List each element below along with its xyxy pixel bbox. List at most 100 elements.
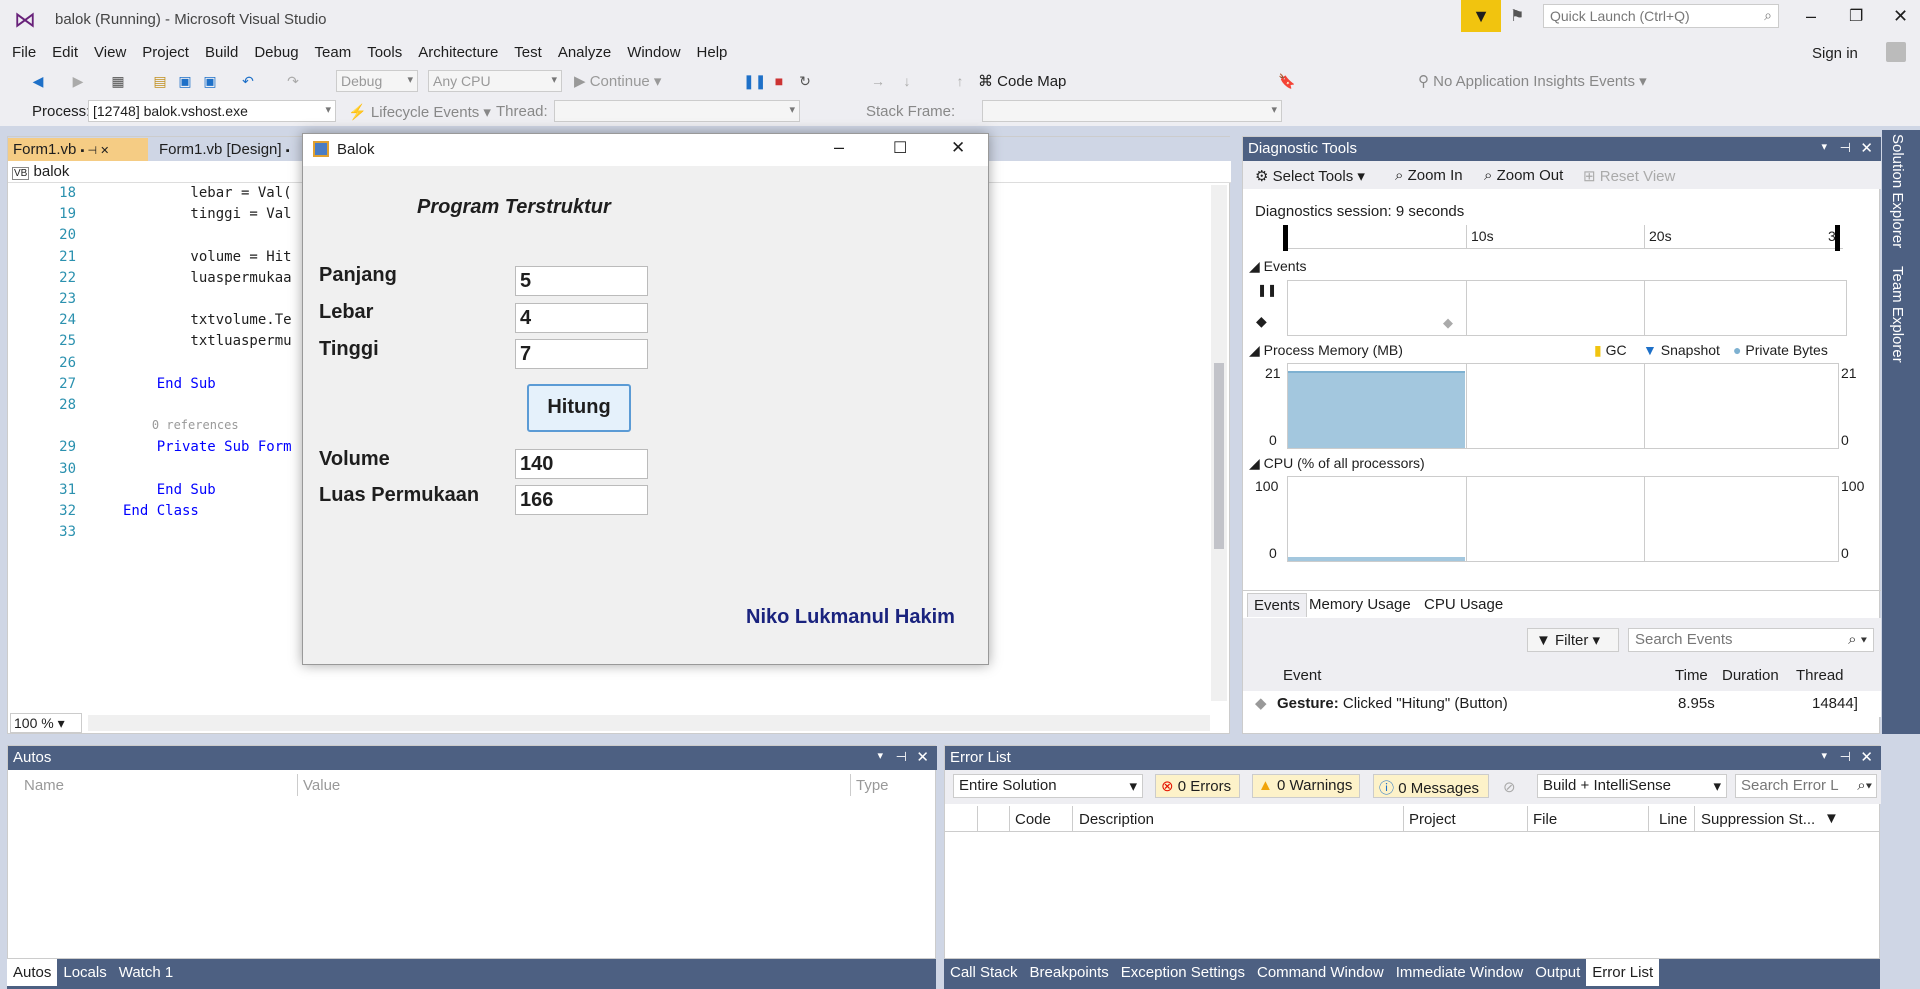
- forward-icon[interactable]: ▶: [68, 71, 88, 91]
- pin-icon[interactable]: ⊣: [896, 749, 907, 765]
- sign-in-link[interactable]: Sign in: [1812, 45, 1858, 62]
- events-track[interactable]: [1287, 280, 1847, 336]
- app-insights-button[interactable]: ⚲ No Application Insights Events ▾: [1418, 72, 1647, 90]
- class-nav-select[interactable]: VB balok: [12, 163, 69, 180]
- filter-button[interactable]: ▼ Filter ▾: [1527, 628, 1619, 652]
- code-map-button[interactable]: ⌘ Code Map: [978, 72, 1066, 90]
- error-col-suppression[interactable]: Suppression St...: [1701, 811, 1815, 828]
- events-section-label[interactable]: ◢ Events: [1249, 258, 1306, 275]
- timeline-start-marker[interactable]: [1283, 225, 1288, 251]
- tab-breakpoints[interactable]: Breakpoints: [1024, 959, 1115, 986]
- dialog-minimize-button[interactable]: –: [834, 137, 844, 158]
- account-icon[interactable]: [1886, 42, 1906, 62]
- events-col-thread[interactable]: Thread: [1796, 667, 1844, 684]
- code-line[interactable]: txtvolume.Te: [123, 312, 291, 328]
- tab-call-stack[interactable]: Call Stack: [944, 959, 1024, 986]
- tab-autos[interactable]: Autos: [7, 959, 58, 986]
- luas-permukaan-output[interactable]: 166: [515, 485, 648, 515]
- tab-output[interactable]: Output: [1529, 959, 1586, 986]
- process-select[interactable]: [12748] balok.vshost.exe: [88, 100, 336, 122]
- save-icon[interactable]: ▣: [175, 71, 195, 91]
- warnings-filter-button[interactable]: ▲ 0 Warnings: [1252, 774, 1360, 798]
- search-events-input[interactable]: Search Events ⌕ ▾: [1628, 628, 1874, 652]
- timeline-ruler[interactable]: [1283, 223, 1843, 249]
- errors-filter-button[interactable]: ⊗ 0 Errors: [1155, 774, 1240, 798]
- thread-select[interactable]: [554, 100, 800, 122]
- error-col-description[interactable]: Description: [1079, 811, 1154, 828]
- step-into-icon[interactable]: ↓: [897, 71, 917, 91]
- code-line[interactable]: volume = Hit: [123, 249, 291, 265]
- tab-form1-design[interactable]: Form1.vb [Design] ▪: [154, 138, 306, 161]
- code-line[interactable]: Private Sub Form: [123, 439, 292, 455]
- tab-events[interactable]: Events: [1247, 593, 1307, 617]
- autos-col-type[interactable]: Type: [856, 777, 889, 794]
- error-col-line[interactable]: Line: [1659, 811, 1687, 828]
- pane-close-icon[interactable]: ✕: [1860, 139, 1873, 157]
- error-col-code[interactable]: Code: [1015, 811, 1051, 828]
- bookmark-icon[interactable]: 🔖: [1277, 71, 1297, 91]
- memory-section-label[interactable]: ◢ Process Memory (MB): [1249, 342, 1403, 359]
- cpu-section-label[interactable]: ◢ CPU (% of all processors): [1249, 455, 1425, 472]
- menu-analyze[interactable]: Analyze: [550, 40, 619, 61]
- continue-button[interactable]: ▶ Continue ▾: [574, 72, 661, 90]
- scope-select[interactable]: Entire Solution ▾: [953, 774, 1143, 798]
- hitung-button[interactable]: Hitung: [527, 384, 631, 432]
- tab-form1-vb[interactable]: Form1.vb ▪ ⊣ ✕: [8, 138, 148, 161]
- select-tools-button[interactable]: ⚙ Select Tools ▾: [1255, 167, 1365, 185]
- pane-menu-icon[interactable]: ▾: [877, 749, 883, 762]
- quick-launch-input[interactable]: Quick Launch (Ctrl+Q) ⌕: [1543, 4, 1779, 28]
- event-marker-icon[interactable]: ◆: [1443, 315, 1453, 331]
- messages-filter-button[interactable]: ⓘ 0 Messages: [1373, 774, 1489, 798]
- dialog-close-button[interactable]: ✕: [951, 138, 965, 158]
- team-explorer-tab[interactable]: Team Explorer: [1889, 266, 1906, 363]
- tab-command-window[interactable]: Command Window: [1251, 959, 1390, 986]
- tab-exception-settings[interactable]: Exception Settings: [1115, 959, 1251, 986]
- step-out-icon[interactable]: ↑: [950, 71, 970, 91]
- zoom-select[interactable]: 100 % ▾: [10, 713, 82, 733]
- menu-debug[interactable]: Debug: [246, 40, 306, 61]
- notification-filter-icon[interactable]: ▼: [1461, 0, 1501, 32]
- vertical-scrollbar[interactable]: [1211, 185, 1227, 701]
- cpu-graph[interactable]: [1287, 476, 1839, 562]
- volume-output[interactable]: 140: [515, 449, 648, 479]
- code-line[interactable]: End Sub: [123, 376, 216, 392]
- tab-error-list[interactable]: Error List: [1586, 959, 1660, 986]
- new-project-icon[interactable]: ▦: [108, 71, 128, 91]
- menu-project[interactable]: Project: [134, 40, 197, 61]
- menu-build[interactable]: Build: [197, 40, 246, 61]
- menu-edit[interactable]: Edit: [44, 40, 86, 61]
- back-icon[interactable]: ◀: [28, 71, 48, 91]
- event-row[interactable]: ◆ Gesture: Clicked "Hitung" (Button) 8.9…: [1243, 691, 1881, 717]
- step-over-icon[interactable]: →: [868, 71, 888, 91]
- menu-tools[interactable]: Tools: [359, 40, 410, 61]
- redo-icon[interactable]: ↷: [283, 71, 303, 91]
- pane-close-icon[interactable]: ✕: [1860, 748, 1873, 766]
- menu-view[interactable]: View: [86, 40, 134, 61]
- horizontal-scrollbar[interactable]: [88, 715, 1210, 731]
- tab-cpu-usage[interactable]: CPU Usage: [1418, 593, 1509, 616]
- tab-watch1[interactable]: Watch 1: [113, 959, 179, 986]
- feedback-icon[interactable]: ⚑: [1510, 6, 1530, 26]
- break-all-icon[interactable]: ❚❚: [743, 71, 766, 91]
- undo-icon[interactable]: ↶: [238, 71, 258, 91]
- lebar-input[interactable]: 4: [515, 303, 648, 333]
- events-col-time[interactable]: Time: [1675, 667, 1708, 684]
- tab-memory-usage[interactable]: Memory Usage: [1303, 593, 1417, 616]
- build-source-select[interactable]: Build + IntelliSense ▾: [1537, 774, 1727, 798]
- stack-frame-select[interactable]: [982, 100, 1282, 122]
- menu-team[interactable]: Team: [307, 40, 360, 61]
- pane-menu-icon[interactable]: ▾: [1821, 749, 1827, 762]
- code-line[interactable]: End Class: [123, 503, 199, 519]
- code-line[interactable]: luaspermukaa: [123, 270, 291, 286]
- pane-close-icon[interactable]: ✕: [916, 748, 929, 766]
- tab-immediate-window[interactable]: Immediate Window: [1390, 959, 1530, 986]
- menu-help[interactable]: Help: [689, 40, 736, 61]
- error-col-file[interactable]: File: [1533, 811, 1557, 828]
- error-col-project[interactable]: Project: [1409, 811, 1456, 828]
- tab-locals[interactable]: Locals: [57, 959, 112, 986]
- code-line[interactable]: tinggi = Val: [123, 206, 291, 222]
- save-all-icon[interactable]: ▣: [200, 71, 220, 91]
- events-col-duration[interactable]: Duration: [1722, 667, 1779, 684]
- solution-config-select[interactable]: Debug: [336, 70, 418, 92]
- lifecycle-events-button[interactable]: ⚡ Lifecycle Events ▾: [348, 103, 491, 121]
